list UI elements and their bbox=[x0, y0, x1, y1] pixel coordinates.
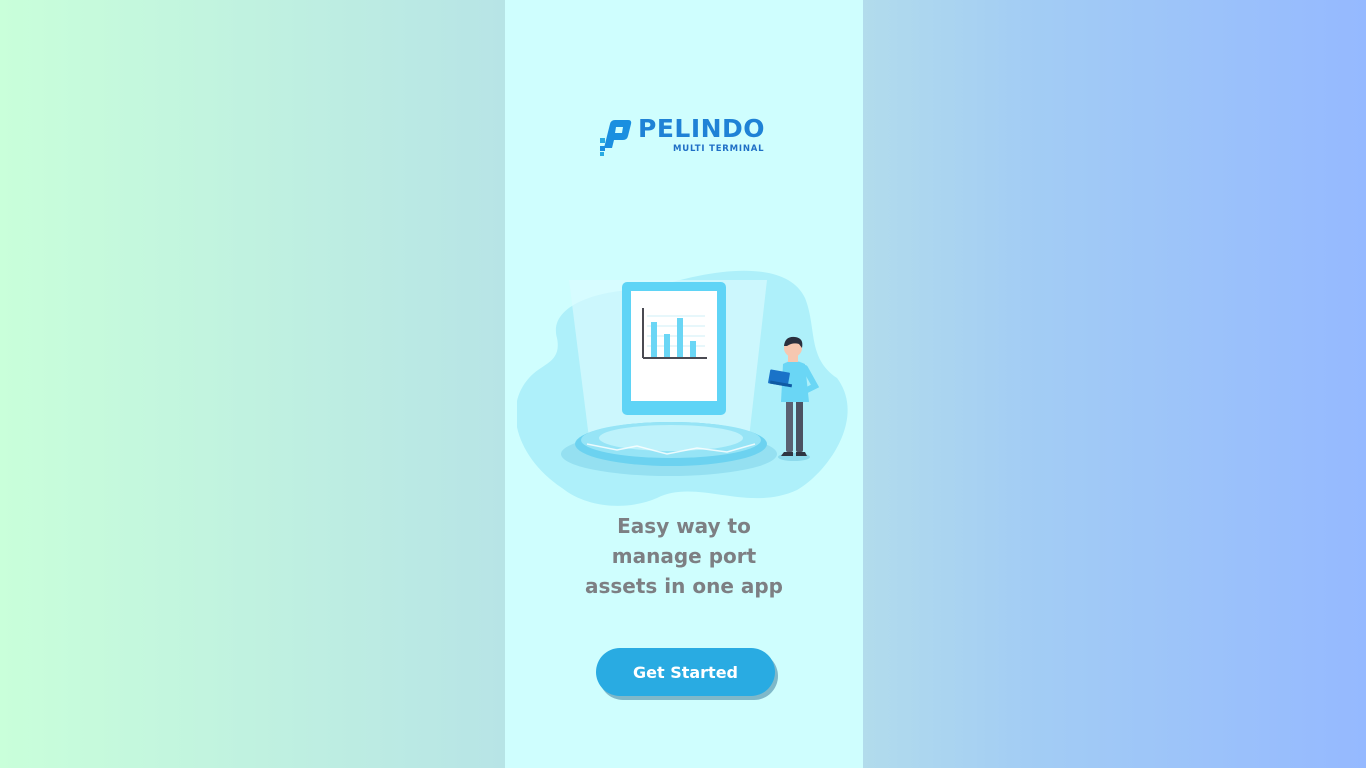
tagline: Easy way to manage port assets in one ap… bbox=[505, 511, 863, 601]
get-started-button[interactable]: Get Started bbox=[596, 648, 775, 696]
onboarding-screen: PELINDO MULTI TERMINAL Easy way to manag… bbox=[505, 0, 863, 768]
dashboard-presentation-illustration bbox=[517, 270, 848, 506]
brand-name: PELINDO bbox=[638, 114, 766, 143]
tagline-line-2: manage port bbox=[611, 544, 757, 568]
page-background: PELINDO MULTI TERMINAL Easy way to manag… bbox=[0, 0, 1366, 768]
brand-logo: PELINDO MULTI TERMINAL bbox=[598, 114, 778, 158]
tagline-line-1: Easy way to bbox=[617, 514, 751, 538]
brand-subtitle: MULTI TERMINAL bbox=[673, 144, 765, 154]
pelindo-logo-icon bbox=[600, 120, 632, 156]
tagline-line-3: assets in one app bbox=[585, 574, 783, 598]
